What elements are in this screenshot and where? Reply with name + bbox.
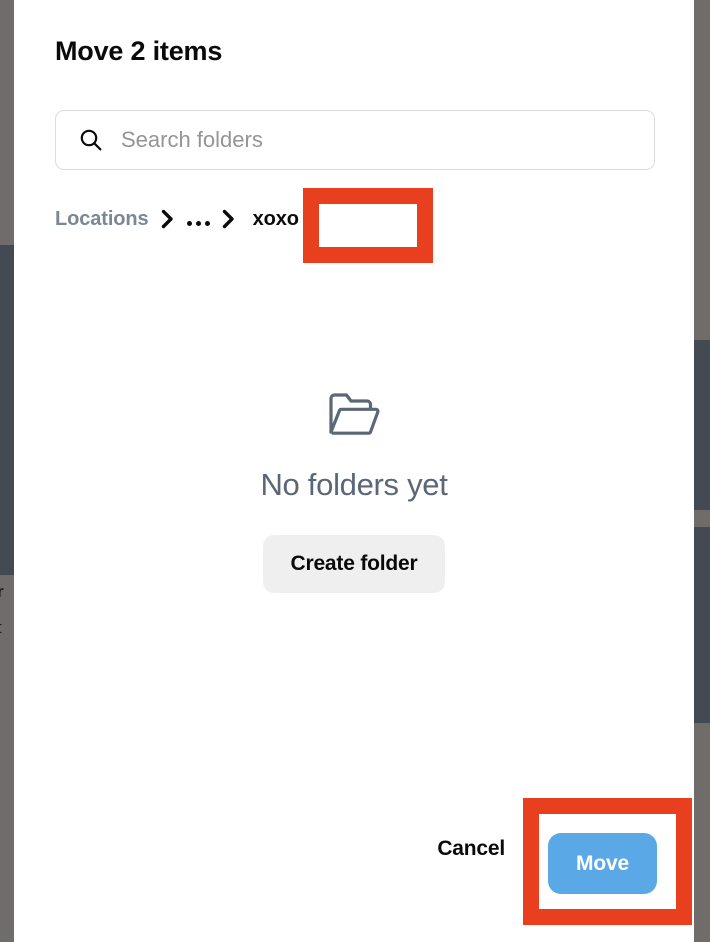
ellipsis-dot xyxy=(186,221,192,226)
breadcrumb-overflow-ellipsis[interactable] xyxy=(186,208,210,230)
open-folder-icon xyxy=(329,393,380,435)
search-icon xyxy=(80,129,102,151)
background-text-fragment-2: t xyxy=(0,619,2,636)
empty-state: No folders yet Create folder xyxy=(14,390,694,593)
move-button[interactable]: Move xyxy=(548,833,657,894)
search-input[interactable] xyxy=(121,120,621,160)
search-folders-field[interactable] xyxy=(55,110,655,170)
breadcrumb-item-current[interactable]: xoxo xyxy=(248,208,299,231)
dialog-title: Move 2 items xyxy=(55,36,223,66)
breadcrumb-item-locations[interactable]: Locations xyxy=(55,208,149,231)
background-text-fragment-1: r xyxy=(0,582,4,601)
backdrop-right-dark-panel-2 xyxy=(694,527,710,723)
chevron-right-icon xyxy=(149,208,187,230)
backdrop-right-dark-panel-1 xyxy=(694,340,710,510)
move-items-dialog: Move 2 items Locations xyxy=(14,0,694,942)
breadcrumb: Locations xoxo xyxy=(55,204,299,234)
backdrop-left-dark-panel xyxy=(0,245,14,575)
ellipsis-dot xyxy=(195,221,201,226)
empty-state-title: No folders yet xyxy=(260,467,448,502)
create-folder-button[interactable]: Create folder xyxy=(262,535,446,593)
chevron-right-icon xyxy=(210,208,248,230)
cancel-button[interactable]: Cancel xyxy=(437,837,505,861)
screen: r t Move 2 items Locations xyxy=(0,0,710,942)
